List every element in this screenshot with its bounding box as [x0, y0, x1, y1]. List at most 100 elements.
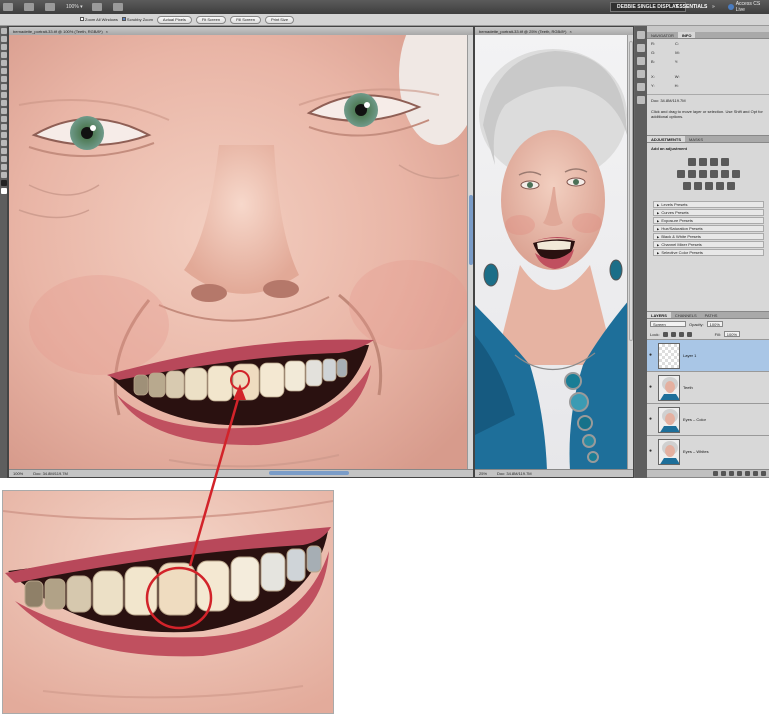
brightness-contrast-icon[interactable] — [688, 158, 696, 166]
visibility-eye-icon[interactable]: ● — [649, 449, 655, 454]
quick-select-tool-icon[interactable] — [1, 52, 7, 58]
tab-info[interactable]: INFO — [677, 32, 696, 38]
fit-screen-button[interactable]: Fit Screen — [195, 15, 227, 24]
lock-transparency-icon[interactable] — [662, 331, 668, 337]
opacity-field[interactable]: 100% — [706, 321, 723, 327]
tab-layers[interactable]: LAYERS — [647, 312, 671, 318]
pen-tool-icon[interactable] — [1, 132, 7, 138]
actions-panel-icon[interactable] — [637, 44, 645, 52]
tab-navigator[interactable]: NAVIGATOR — [647, 32, 678, 38]
layer-style-icon[interactable] — [721, 471, 726, 476]
curves-icon[interactable] — [710, 158, 718, 166]
preset-black-white[interactable]: ▶ Black & White Presets — [653, 233, 764, 240]
gradient-map-icon[interactable] — [715, 182, 724, 190]
bridge-button[interactable] — [0, 2, 18, 12]
visibility-eye-icon[interactable]: ● — [649, 385, 655, 390]
lock-image-icon[interactable] — [670, 331, 676, 337]
preset-selective-color[interactable]: ▶ Selective Color Presets — [653, 249, 764, 256]
view-extras-button[interactable] — [42, 2, 60, 12]
zoom-level-select[interactable]: 100% ▾ — [63, 2, 86, 12]
actual-pixels-button[interactable]: Actual Pixels — [156, 15, 192, 24]
add-mask-icon[interactable] — [729, 471, 734, 476]
close-icon[interactable]: × — [569, 29, 571, 34]
visibility-eye-icon[interactable]: ● — [649, 353, 655, 358]
zoom-tool-icon[interactable] — [1, 172, 7, 178]
photo-filter-icon[interactable] — [721, 170, 729, 178]
marquee-tool-icon[interactable] — [1, 36, 7, 42]
fill-screen-button[interactable]: Fill Screen — [230, 15, 261, 24]
tab-masks[interactable]: MASKS — [685, 136, 707, 142]
hue-saturation-icon[interactable] — [688, 170, 696, 178]
vertical-scroll-thumb[interactable] — [629, 41, 633, 341]
fill-field[interactable]: 100% — [723, 331, 741, 337]
history-panel-icon[interactable] — [637, 31, 645, 39]
shape-tool-icon[interactable] — [1, 156, 7, 162]
posterize-icon[interactable] — [693, 182, 702, 190]
character-panel-icon[interactable] — [637, 83, 645, 91]
invert-icon[interactable] — [682, 182, 691, 190]
history-brush-tool-icon[interactable] — [1, 100, 7, 106]
horizontal-scroll-thumb[interactable] — [269, 471, 349, 475]
channel-mixer-icon[interactable] — [732, 170, 740, 178]
lasso-tool-icon[interactable] — [1, 44, 7, 50]
blend-mode-select[interactable]: Screen — [650, 321, 686, 327]
portrait-image[interactable] — [475, 35, 629, 471]
preset-channel-mixer[interactable]: ▶ Channel Mixer Presets — [653, 241, 764, 248]
tab-channels[interactable]: CHANNELS — [671, 312, 701, 318]
clone-source-panel-icon[interactable] — [637, 70, 645, 78]
selective-color-icon[interactable] — [726, 182, 735, 190]
preset-curves[interactable]: ▶ Curves Presets — [653, 209, 764, 216]
cs-live-button[interactable]: Access CS Live — [728, 1, 769, 13]
arrange-documents-button[interactable] — [89, 2, 107, 12]
print-size-button[interactable]: Print Size — [264, 15, 295, 24]
new-group-icon[interactable] — [745, 471, 750, 476]
new-adjustment-layer-icon[interactable] — [737, 471, 742, 476]
path-selection-tool-icon[interactable] — [1, 148, 7, 154]
preset-exposure[interactable]: ▶ Exposure Presets — [653, 217, 764, 224]
document-tab-closeup[interactable]: bernadette_portrait-33.tif @ 100% (Teeth… — [9, 27, 473, 35]
closeup-face-image[interactable] — [9, 35, 469, 471]
eyedropper-tool-icon[interactable] — [1, 68, 7, 74]
layer-row[interactable]: ● Eyes – Color — [647, 403, 769, 435]
move-tool-icon[interactable] — [1, 28, 7, 34]
eraser-tool-icon[interactable] — [1, 108, 7, 114]
lock-all-icon[interactable] — [686, 331, 692, 337]
layer-row[interactable]: ● Layer 1 — [647, 339, 769, 371]
type-tool-icon[interactable] — [1, 140, 7, 146]
color-balance-icon[interactable] — [699, 170, 707, 178]
clone-stamp-tool-icon[interactable] — [1, 92, 7, 98]
vertical-scrollbar[interactable] — [627, 35, 633, 469]
crop-tool-icon[interactable] — [1, 60, 7, 66]
tab-paths[interactable]: PATHS — [701, 312, 722, 318]
zoom-field[interactable]: 100% — [13, 471, 23, 476]
visibility-eye-icon[interactable]: ● — [649, 417, 655, 422]
scrubby-zoom-checkbox[interactable]: Scrubby Zoom — [121, 17, 153, 22]
preset-hue-saturation[interactable]: ▶ Hue/Saturation Presets — [653, 225, 764, 232]
zoom-all-windows-checkbox[interactable]: Zoom All Windows — [80, 17, 118, 22]
preset-levels[interactable]: ▶ Levels Presets — [653, 201, 764, 208]
workspace-button[interactable]: DEBBIE SINGLE DISPLAY — [610, 2, 686, 12]
screen-mode-button[interactable] — [110, 2, 128, 12]
vibrance-icon[interactable] — [677, 170, 685, 178]
dodge-tool-icon[interactable] — [1, 124, 7, 130]
brushes-panel-icon[interactable] — [637, 57, 645, 65]
tab-adjustments[interactable]: ADJUSTMENTS — [647, 136, 686, 142]
brush-tool-icon[interactable] — [1, 84, 7, 90]
paragraph-panel-icon[interactable] — [637, 96, 645, 104]
layer-row[interactable]: ● Teeth — [647, 371, 769, 403]
foreground-color-icon[interactable] — [1, 180, 7, 186]
layer-row[interactable]: ● Eyes – Whites — [647, 435, 769, 467]
document-tab-portrait[interactable]: bernadette_portrait-33.tif @ 25% (Teeth,… — [475, 27, 633, 35]
new-layer-icon[interactable] — [753, 471, 758, 476]
lock-position-icon[interactable] — [678, 331, 684, 337]
more-workspaces-button[interactable]: » — [712, 2, 715, 12]
healing-brush-tool-icon[interactable] — [1, 76, 7, 82]
link-layers-icon[interactable] — [713, 471, 718, 476]
essentials-workspace[interactable]: ESSENTIALS — [676, 2, 707, 12]
vertical-scroll-thumb[interactable] — [469, 195, 473, 265]
threshold-icon[interactable] — [704, 182, 713, 190]
trash-icon[interactable] — [761, 471, 766, 476]
mini-bridge-button[interactable] — [21, 2, 39, 12]
zoom-field[interactable]: 25% — [479, 471, 487, 476]
hand-tool-icon[interactable] — [1, 164, 7, 170]
